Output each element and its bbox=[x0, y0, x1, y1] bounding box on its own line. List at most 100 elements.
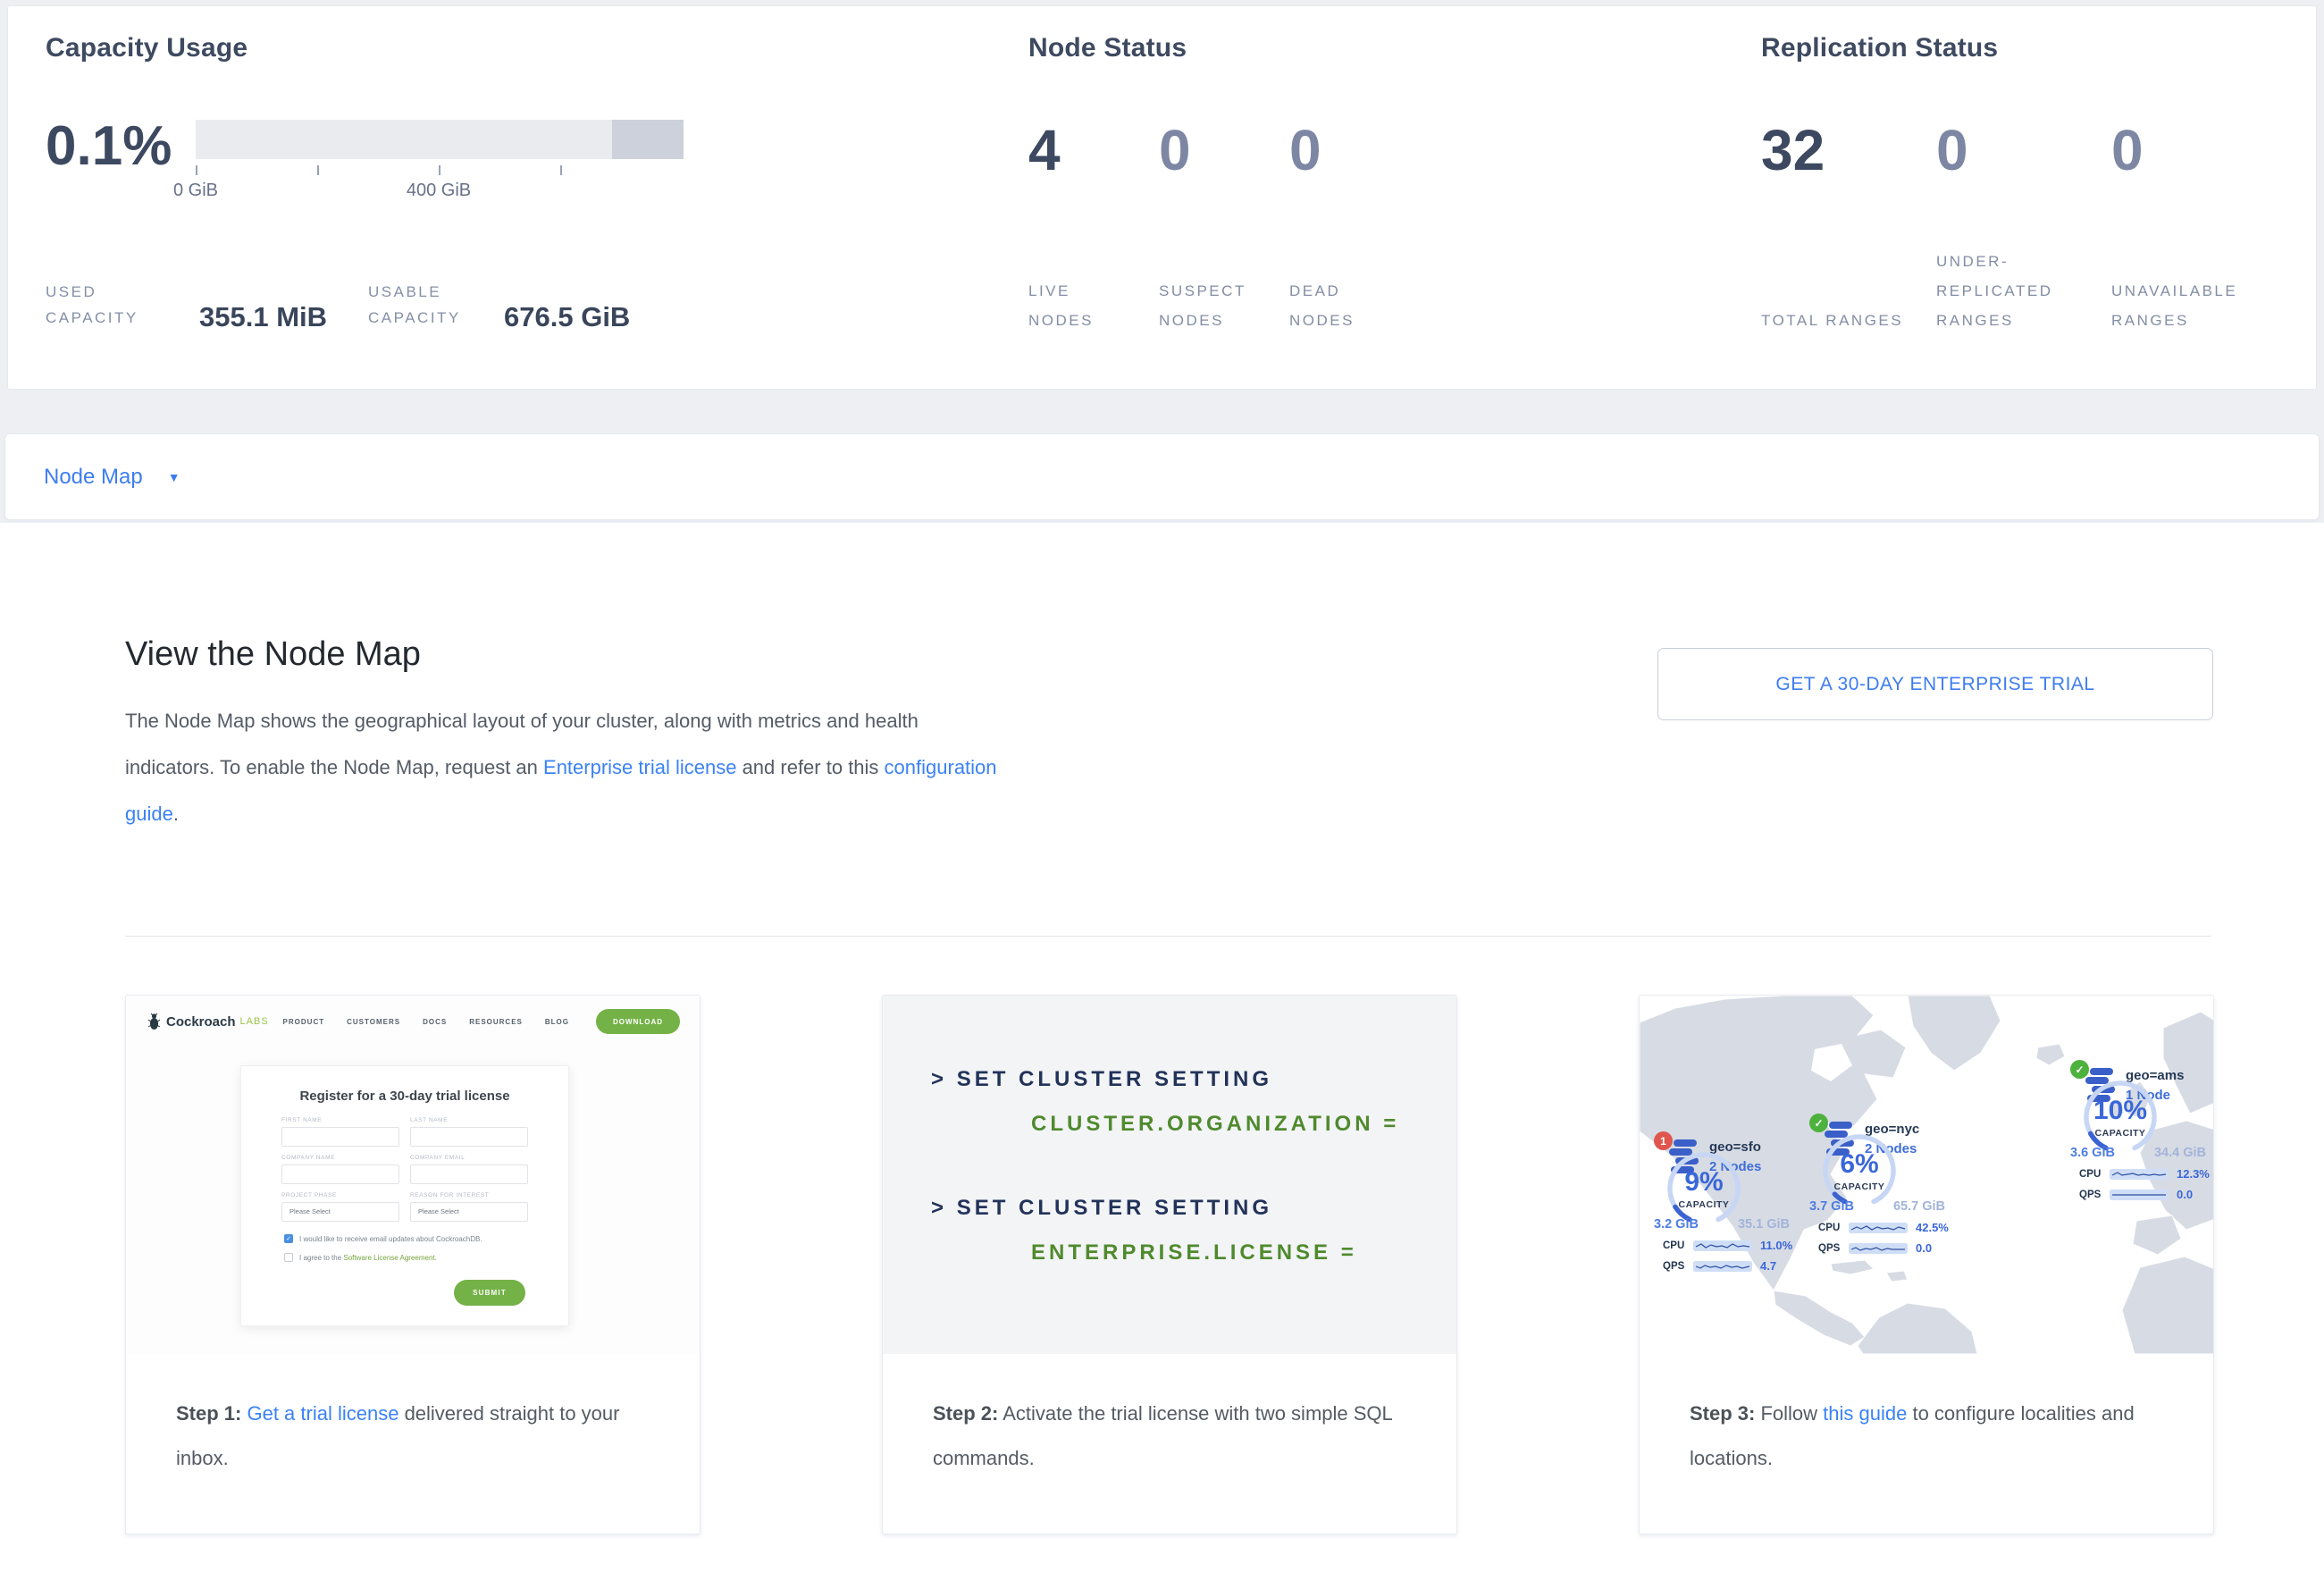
qps-label: QPS bbox=[2079, 1190, 2110, 1200]
cpu-label: CPU bbox=[1663, 1240, 1693, 1251]
node-map-preview: 1 geo=sfo 2 Nodes 9% CAPA bbox=[1640, 996, 2213, 1354]
under-replicated-ranges-value: 0 bbox=[1936, 117, 2111, 183]
minisite-nav-item: PRODUCT bbox=[283, 1018, 325, 1026]
capacity-bar-other-usage bbox=[612, 120, 684, 159]
sql-command-1: > SET CLUSTER SETTING CLUSTER.ORGANIZATI… bbox=[931, 1067, 1456, 1137]
checkbox-checked-icon: ✓ bbox=[284, 1234, 293, 1243]
cockroach-labs-logo: Cockroach LABS bbox=[147, 1013, 269, 1030]
step-1-caption: Step 1: Get a trial license delivered st… bbox=[126, 1354, 700, 1481]
minisite-brand: Cockroach bbox=[166, 1014, 236, 1030]
replication-status-section: Replication Status 32 TOTAL RANGES 0 UND… bbox=[1761, 33, 2295, 335]
trial-steps-cards: Cockroach LABS PRODUCT CUSTOMERS DOCS RE… bbox=[125, 995, 2214, 1534]
node-map-dropdown-label: Node Map bbox=[44, 465, 143, 490]
unavailable-ranges-label: UNAVAILABLE RANGES bbox=[2111, 276, 2271, 335]
capacity-total: 35.1 GiB bbox=[1738, 1217, 1790, 1232]
live-nodes-stat: 4 LIVE NODES bbox=[1028, 117, 1159, 335]
view-selector-bar: Node Map ▼ bbox=[4, 433, 2320, 520]
get-trial-license-link[interactable]: Get a trial license bbox=[247, 1402, 399, 1425]
checkbox-unchecked-icon bbox=[284, 1253, 293, 1262]
live-nodes-label: LIVE NODES bbox=[1028, 276, 1136, 335]
step-2-card: > SET CLUSTER SETTING CLUSTER.ORGANIZATI… bbox=[882, 995, 1457, 1534]
minisite-nav-links: PRODUCT CUSTOMERS DOCS RESOURCES BLOG bbox=[283, 1018, 569, 1026]
capacity-word: CAPACITY bbox=[1816, 1181, 1902, 1192]
dead-nodes-stat: 0 DEAD NODES bbox=[1289, 117, 1423, 335]
sql-prompt: > bbox=[931, 1067, 947, 1091]
usable-capacity-label: USABLE CAPACITY bbox=[368, 279, 493, 331]
qps-value: 0.0 bbox=[2177, 1188, 2193, 1201]
software-license-link: Software License Agreement. bbox=[343, 1254, 437, 1262]
cpu-sparkline bbox=[2110, 1169, 2169, 1180]
under-replicated-ranges-stat: 0 UNDER-REPLICATED RANGES bbox=[1936, 117, 2111, 335]
minisite-nav-item: BLOG bbox=[545, 1018, 569, 1026]
axis-tick bbox=[317, 165, 319, 175]
node-map-description: The Node Map shows the geographical layo… bbox=[125, 698, 1001, 837]
registration-form-title: Register for a 30-day trial license bbox=[241, 1089, 568, 1104]
email-updates-checkbox-row: ✓ I would like to receive email updates … bbox=[284, 1234, 568, 1243]
cpu-label: CPU bbox=[1818, 1223, 1849, 1233]
license-agreement-checkbox-row: I agree to the Software License Agreemen… bbox=[284, 1253, 568, 1262]
capacity-used: 3.6 GiB bbox=[2070, 1146, 2115, 1160]
step-3-card: 1 geo=sfo 2 Nodes 9% CAPA bbox=[1639, 995, 2214, 1534]
minisite-navbar: Cockroach LABS PRODUCT CUSTOMERS DOCS RE… bbox=[147, 1006, 680, 1037]
minisite-submit-button: SUBMIT bbox=[454, 1280, 525, 1306]
cpu-value: 11.0% bbox=[1760, 1239, 1792, 1252]
capacity-usage-section: Capacity Usage 0.1% 0 GiB 400 GiB bbox=[46, 33, 684, 332]
axis-tick bbox=[439, 165, 440, 175]
registration-site-screenshot: Cockroach LABS PRODUCT CUSTOMERS DOCS RE… bbox=[126, 996, 700, 1354]
used-capacity-label: USED CAPACITY bbox=[46, 279, 164, 331]
reason-for-interest-select: REASON FOR INTEREST Please Select bbox=[410, 1192, 528, 1222]
enterprise-trial-license-link[interactable]: Enterprise trial license bbox=[543, 756, 736, 778]
live-nodes-value: 4 bbox=[1028, 117, 1159, 183]
minisite-nav-item: RESOURCES bbox=[469, 1018, 523, 1026]
cluster-summary-panel: Capacity Usage 0.1% 0 GiB 400 GiB bbox=[7, 5, 2317, 390]
cpu-value: 42.5% bbox=[1916, 1221, 1949, 1234]
cpu-sparkline bbox=[1693, 1240, 1752, 1251]
suspect-nodes-value: 0 bbox=[1159, 117, 1289, 183]
unavailable-ranges-value: 0 bbox=[2111, 117, 2295, 183]
sql-commands-illustration: > SET CLUSTER SETTING CLUSTER.ORGANIZATI… bbox=[883, 996, 1456, 1354]
capacity-word: CAPACITY bbox=[2077, 1128, 2163, 1139]
capacity-total: 65.7 GiB bbox=[1893, 1199, 1945, 1214]
this-guide-link[interactable]: this guide bbox=[1823, 1402, 1907, 1425]
axis-tick bbox=[560, 165, 562, 175]
capacity-total: 34.4 GiB bbox=[2154, 1146, 2206, 1160]
node-status-title: Node Status bbox=[1028, 33, 1423, 63]
total-ranges-label: TOTAL RANGES bbox=[1761, 306, 1903, 335]
first-name-field: FIRST NAME bbox=[281, 1117, 399, 1147]
trial-registration-form: Register for a 30-day trial license FIRS… bbox=[240, 1065, 569, 1326]
cluster-overview-page: Capacity Usage 0.1% 0 GiB 400 GiB bbox=[0, 0, 2324, 1589]
qps-value: 4.7 bbox=[1760, 1259, 1776, 1273]
unavailable-ranges-stat: 0 UNAVAILABLE RANGES bbox=[2111, 117, 2295, 335]
description-text: and refer to this bbox=[736, 756, 884, 778]
node-map-dropdown[interactable]: Node Map ▼ bbox=[44, 465, 180, 490]
capacity-percent: 10% bbox=[2077, 1096, 2163, 1126]
project-phase-select: PROJECT PHASE Please Select bbox=[281, 1192, 399, 1222]
qps-label: QPS bbox=[1663, 1261, 1693, 1272]
minisite-download-button: DOWNLOAD bbox=[596, 1009, 680, 1034]
suspect-nodes-label: SUSPECT NODES bbox=[1159, 276, 1266, 335]
total-ranges-value: 32 bbox=[1761, 117, 1936, 183]
capacity-percent: 6% bbox=[1816, 1149, 1902, 1180]
chevron-down-icon: ▼ bbox=[168, 470, 180, 484]
get-enterprise-trial-button[interactable]: GET A 30-DAY ENTERPRISE TRIAL bbox=[1657, 648, 2213, 720]
description-text: . bbox=[173, 803, 179, 825]
dead-nodes-label: DEAD NODES bbox=[1289, 276, 1400, 335]
capacity-usage-title: Capacity Usage bbox=[46, 33, 684, 63]
axis-tick-label: 0 GiB bbox=[173, 181, 218, 201]
node-status-section: Node Status 4 LIVE NODES 0 SUSPECT NODES… bbox=[1028, 33, 1423, 335]
qps-sparkline bbox=[1693, 1261, 1752, 1272]
cpu-label: CPU bbox=[2079, 1169, 2110, 1180]
step-1-card: Cockroach LABS PRODUCT CUSTOMERS DOCS RE… bbox=[125, 995, 701, 1534]
capacity-percent: 9% bbox=[1661, 1167, 1747, 1198]
axis-tick bbox=[196, 165, 197, 175]
company-email-field: COMPANY EMAIL bbox=[410, 1155, 528, 1184]
usable-capacity-value: 676.5 GiB bbox=[504, 302, 630, 332]
suspect-nodes-stat: 0 SUSPECT NODES bbox=[1159, 117, 1289, 335]
node-map-placeholder-panel: View the Node Map The Node Map shows the… bbox=[0, 523, 2324, 1589]
minisite-nav-item: CUSTOMERS bbox=[347, 1018, 400, 1026]
capacity-bar-axis: 0 GiB 400 GiB bbox=[196, 159, 684, 209]
replication-status-title: Replication Status bbox=[1761, 33, 2295, 63]
capacity-used-percent: 0.1% bbox=[46, 117, 196, 176]
qps-sparkline bbox=[2110, 1190, 2169, 1200]
capacity-used: 3.2 GiB bbox=[1654, 1217, 1699, 1232]
